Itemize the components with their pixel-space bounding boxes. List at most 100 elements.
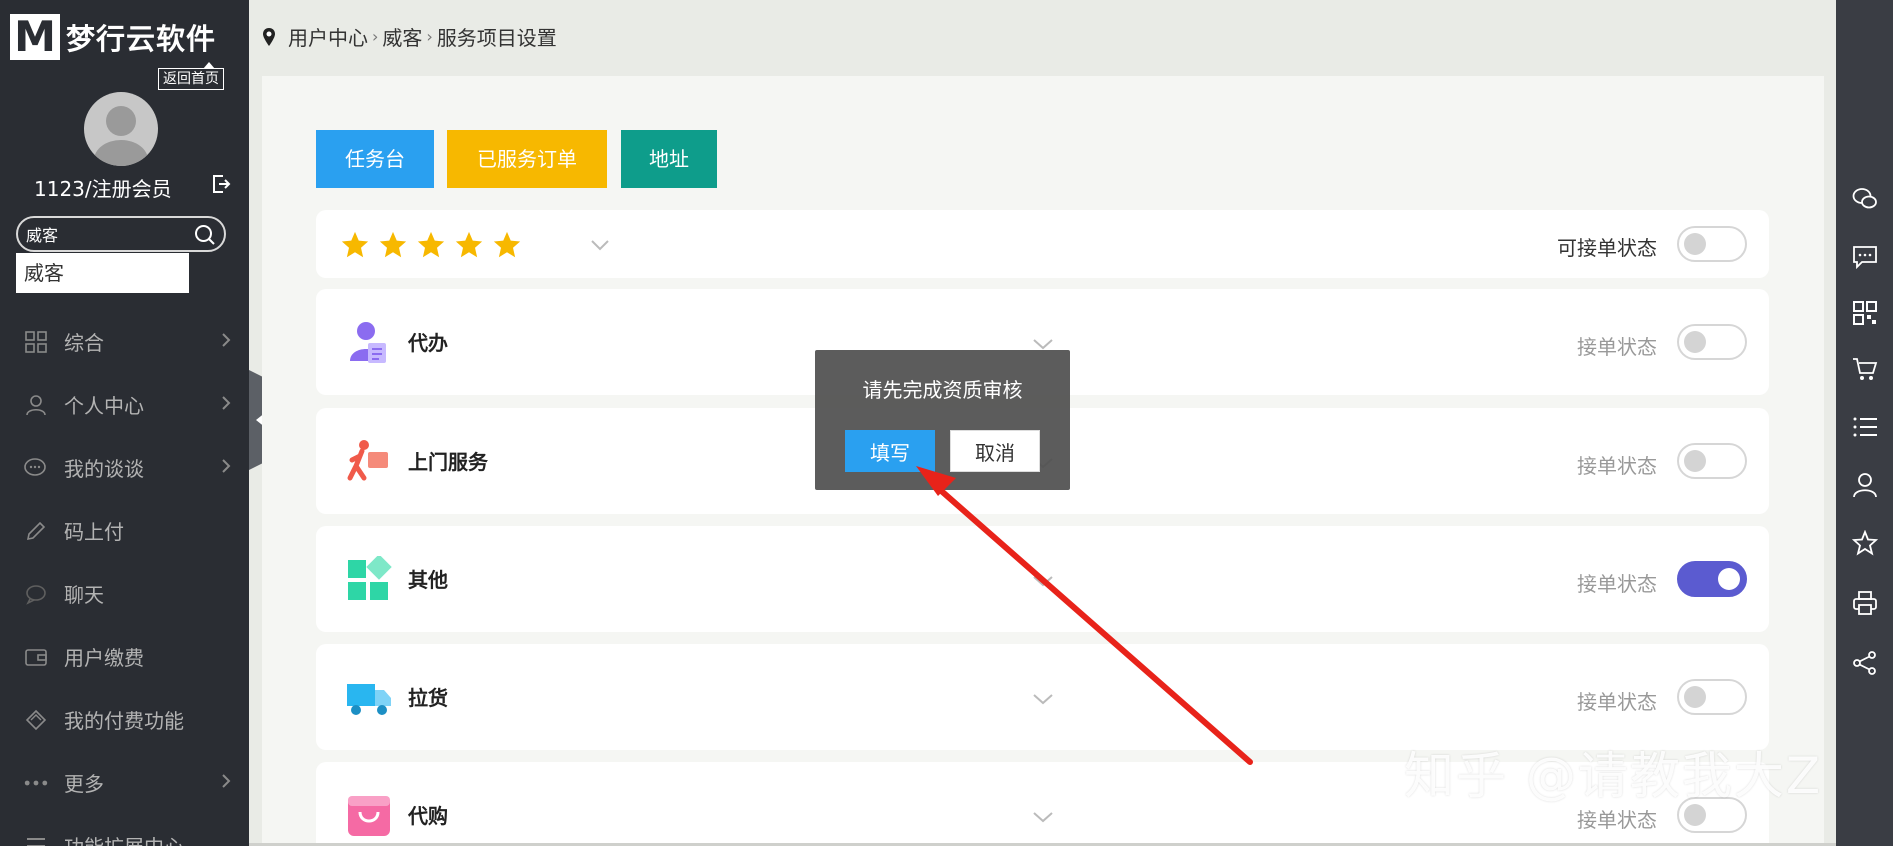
- service-name: 上门服务: [408, 450, 488, 474]
- chevron-right-icon: [222, 396, 231, 410]
- user-icon[interactable]: [1852, 472, 1878, 498]
- toggle-knob: [1684, 450, 1706, 472]
- chevron-down-icon[interactable]: [1032, 574, 1054, 588]
- chevron-down-icon[interactable]: [1032, 810, 1054, 824]
- chevron-right-icon: [222, 459, 231, 473]
- speech-icon: [26, 584, 46, 605]
- avatar-body: [94, 140, 148, 166]
- location-pin-icon: [263, 27, 275, 46]
- served-orders-button[interactable]: 已服务订单: [447, 130, 607, 188]
- address-button[interactable]: 地址: [621, 130, 717, 188]
- chevron-down-icon[interactable]: [1032, 692, 1054, 706]
- sidebar-item-label: 我的谈谈: [64, 457, 144, 481]
- dots-icon: [24, 780, 48, 785]
- back-home-link[interactable]: 返回首页: [158, 62, 224, 90]
- dialog-message: 请先完成资质审核: [862, 378, 1023, 402]
- service-name: 其他: [408, 568, 448, 592]
- accept-orders-toggle[interactable]: [1677, 226, 1747, 262]
- brand-logo[interactable]: M 梦行云软件: [10, 14, 216, 60]
- delivery-runner-icon: [347, 440, 388, 481]
- sidebar-item-label: 用户缴费: [64, 646, 144, 670]
- sidebar: M 梦行云软件 返回首页 1123/注册会员 威客 综合 个人中心 我的: [0, 0, 249, 846]
- toggle-knob: [1684, 233, 1706, 255]
- sidebar-item-chat[interactable]: 聊天: [0, 562, 249, 625]
- wallet-icon: [25, 648, 47, 666]
- service-name: 代办: [408, 331, 448, 355]
- service-toggle[interactable]: [1677, 679, 1747, 715]
- service-toggle[interactable]: [1677, 324, 1747, 360]
- wechat-icon[interactable]: [1852, 186, 1878, 212]
- sidebar-item-user-payment[interactable]: 用户缴费: [0, 625, 249, 688]
- printer-icon[interactable]: [1852, 590, 1878, 616]
- service-status-label: 接单状态: [1577, 690, 1657, 714]
- sidebar-item-label: 功能扩展中心: [64, 831, 184, 846]
- accept-orders-label: 可接单状态: [1557, 236, 1657, 260]
- chevron-down-icon[interactable]: [1032, 337, 1054, 351]
- avatar-head: [106, 106, 136, 136]
- sidebar-item-more[interactable]: 更多: [0, 751, 249, 814]
- service-name: 代购: [408, 804, 448, 828]
- watermark: 知乎 @请教我大Z: [1404, 747, 1823, 805]
- breadcrumb-current: 服务项目设置: [436, 26, 557, 50]
- star-outline-icon[interactable]: [1852, 530, 1878, 556]
- service-status-label: 接单状态: [1577, 572, 1657, 596]
- logo-mark: M: [10, 14, 60, 60]
- breadcrumb: 用户中心 › 威客 › 服务项目设置: [262, 22, 557, 51]
- agent-person-icon: [350, 322, 386, 363]
- sidebar-item-label: 更多: [64, 772, 104, 796]
- chat-bubble-icon: [24, 457, 46, 476]
- qrcode-icon[interactable]: [1852, 300, 1878, 326]
- chevron-down-icon[interactable]: [590, 238, 610, 252]
- star-icon: [379, 231, 407, 258]
- sidebar-item-label: 聊天: [64, 583, 104, 607]
- shopping-bag-icon: [348, 796, 390, 836]
- task-board-button[interactable]: 任务台: [316, 130, 434, 188]
- sidebar-item-label: 码上付: [64, 520, 124, 544]
- service-status-label: 接单状态: [1577, 808, 1657, 832]
- blocks-icon: [348, 556, 392, 600]
- logout-icon[interactable]: [211, 174, 231, 194]
- user-name: 1123/注册会员: [34, 177, 172, 201]
- cancel-button[interactable]: 取消: [950, 430, 1040, 472]
- share-icon[interactable]: [1852, 650, 1878, 676]
- list-icon[interactable]: [1852, 414, 1878, 440]
- sidebar-item-label: 综合: [64, 331, 104, 355]
- star-icon: [455, 231, 483, 258]
- qualification-dialog: 请先完成资质审核 填写 取消: [815, 350, 1070, 490]
- service-toggle[interactable]: [1677, 561, 1747, 597]
- breadcrumb-user-center[interactable]: 用户中心: [288, 22, 368, 51]
- diamond-icon: [25, 709, 47, 730]
- right-toolbar: [1836, 0, 1893, 846]
- grid-icon: [25, 330, 47, 353]
- toggle-knob: [1684, 331, 1706, 353]
- service-status-label: 接单状态: [1577, 454, 1657, 478]
- chevron-right-icon: [222, 774, 231, 788]
- service-card-haul: 拉货 接单状态: [316, 644, 1769, 750]
- rating-card: 可接单状态: [316, 210, 1769, 278]
- cart-icon[interactable]: [1852, 356, 1878, 382]
- toggle-knob: [1684, 686, 1706, 708]
- brand-name: 梦行云软件: [66, 22, 217, 56]
- sidebar-item-label: 个人中心: [64, 394, 144, 418]
- sidebar-item-general[interactable]: 综合: [0, 310, 249, 373]
- fill-button[interactable]: 填写: [845, 430, 935, 472]
- breadcrumb-weike[interactable]: 威客: [382, 22, 422, 51]
- sidebar-item-pay-code[interactable]: 码上付: [0, 499, 249, 562]
- service-toggle[interactable]: [1677, 443, 1747, 479]
- avatar[interactable]: [84, 92, 158, 166]
- sidebar-item-label: 我的付费功能: [64, 709, 184, 733]
- star-rating[interactable]: [340, 230, 530, 260]
- search-input[interactable]: [26, 223, 186, 245]
- star-icon: [493, 231, 521, 258]
- message-icon[interactable]: [1852, 244, 1878, 270]
- search-icon[interactable]: [194, 224, 216, 246]
- sidebar-item-paid-features[interactable]: 我的付费功能: [0, 688, 249, 751]
- sidebar-item-extension-center[interactable]: 功能扩展中心: [0, 814, 249, 846]
- sidebar-item-personal-center[interactable]: 个人中心: [0, 373, 249, 436]
- menu-icon: [27, 837, 45, 846]
- pencil-icon: [26, 521, 46, 540]
- sidebar-item-my-talks[interactable]: 我的谈谈: [0, 436, 249, 499]
- person-icon: [26, 394, 46, 415]
- star-icon: [417, 231, 445, 258]
- search-suggestion[interactable]: 威客: [16, 253, 189, 293]
